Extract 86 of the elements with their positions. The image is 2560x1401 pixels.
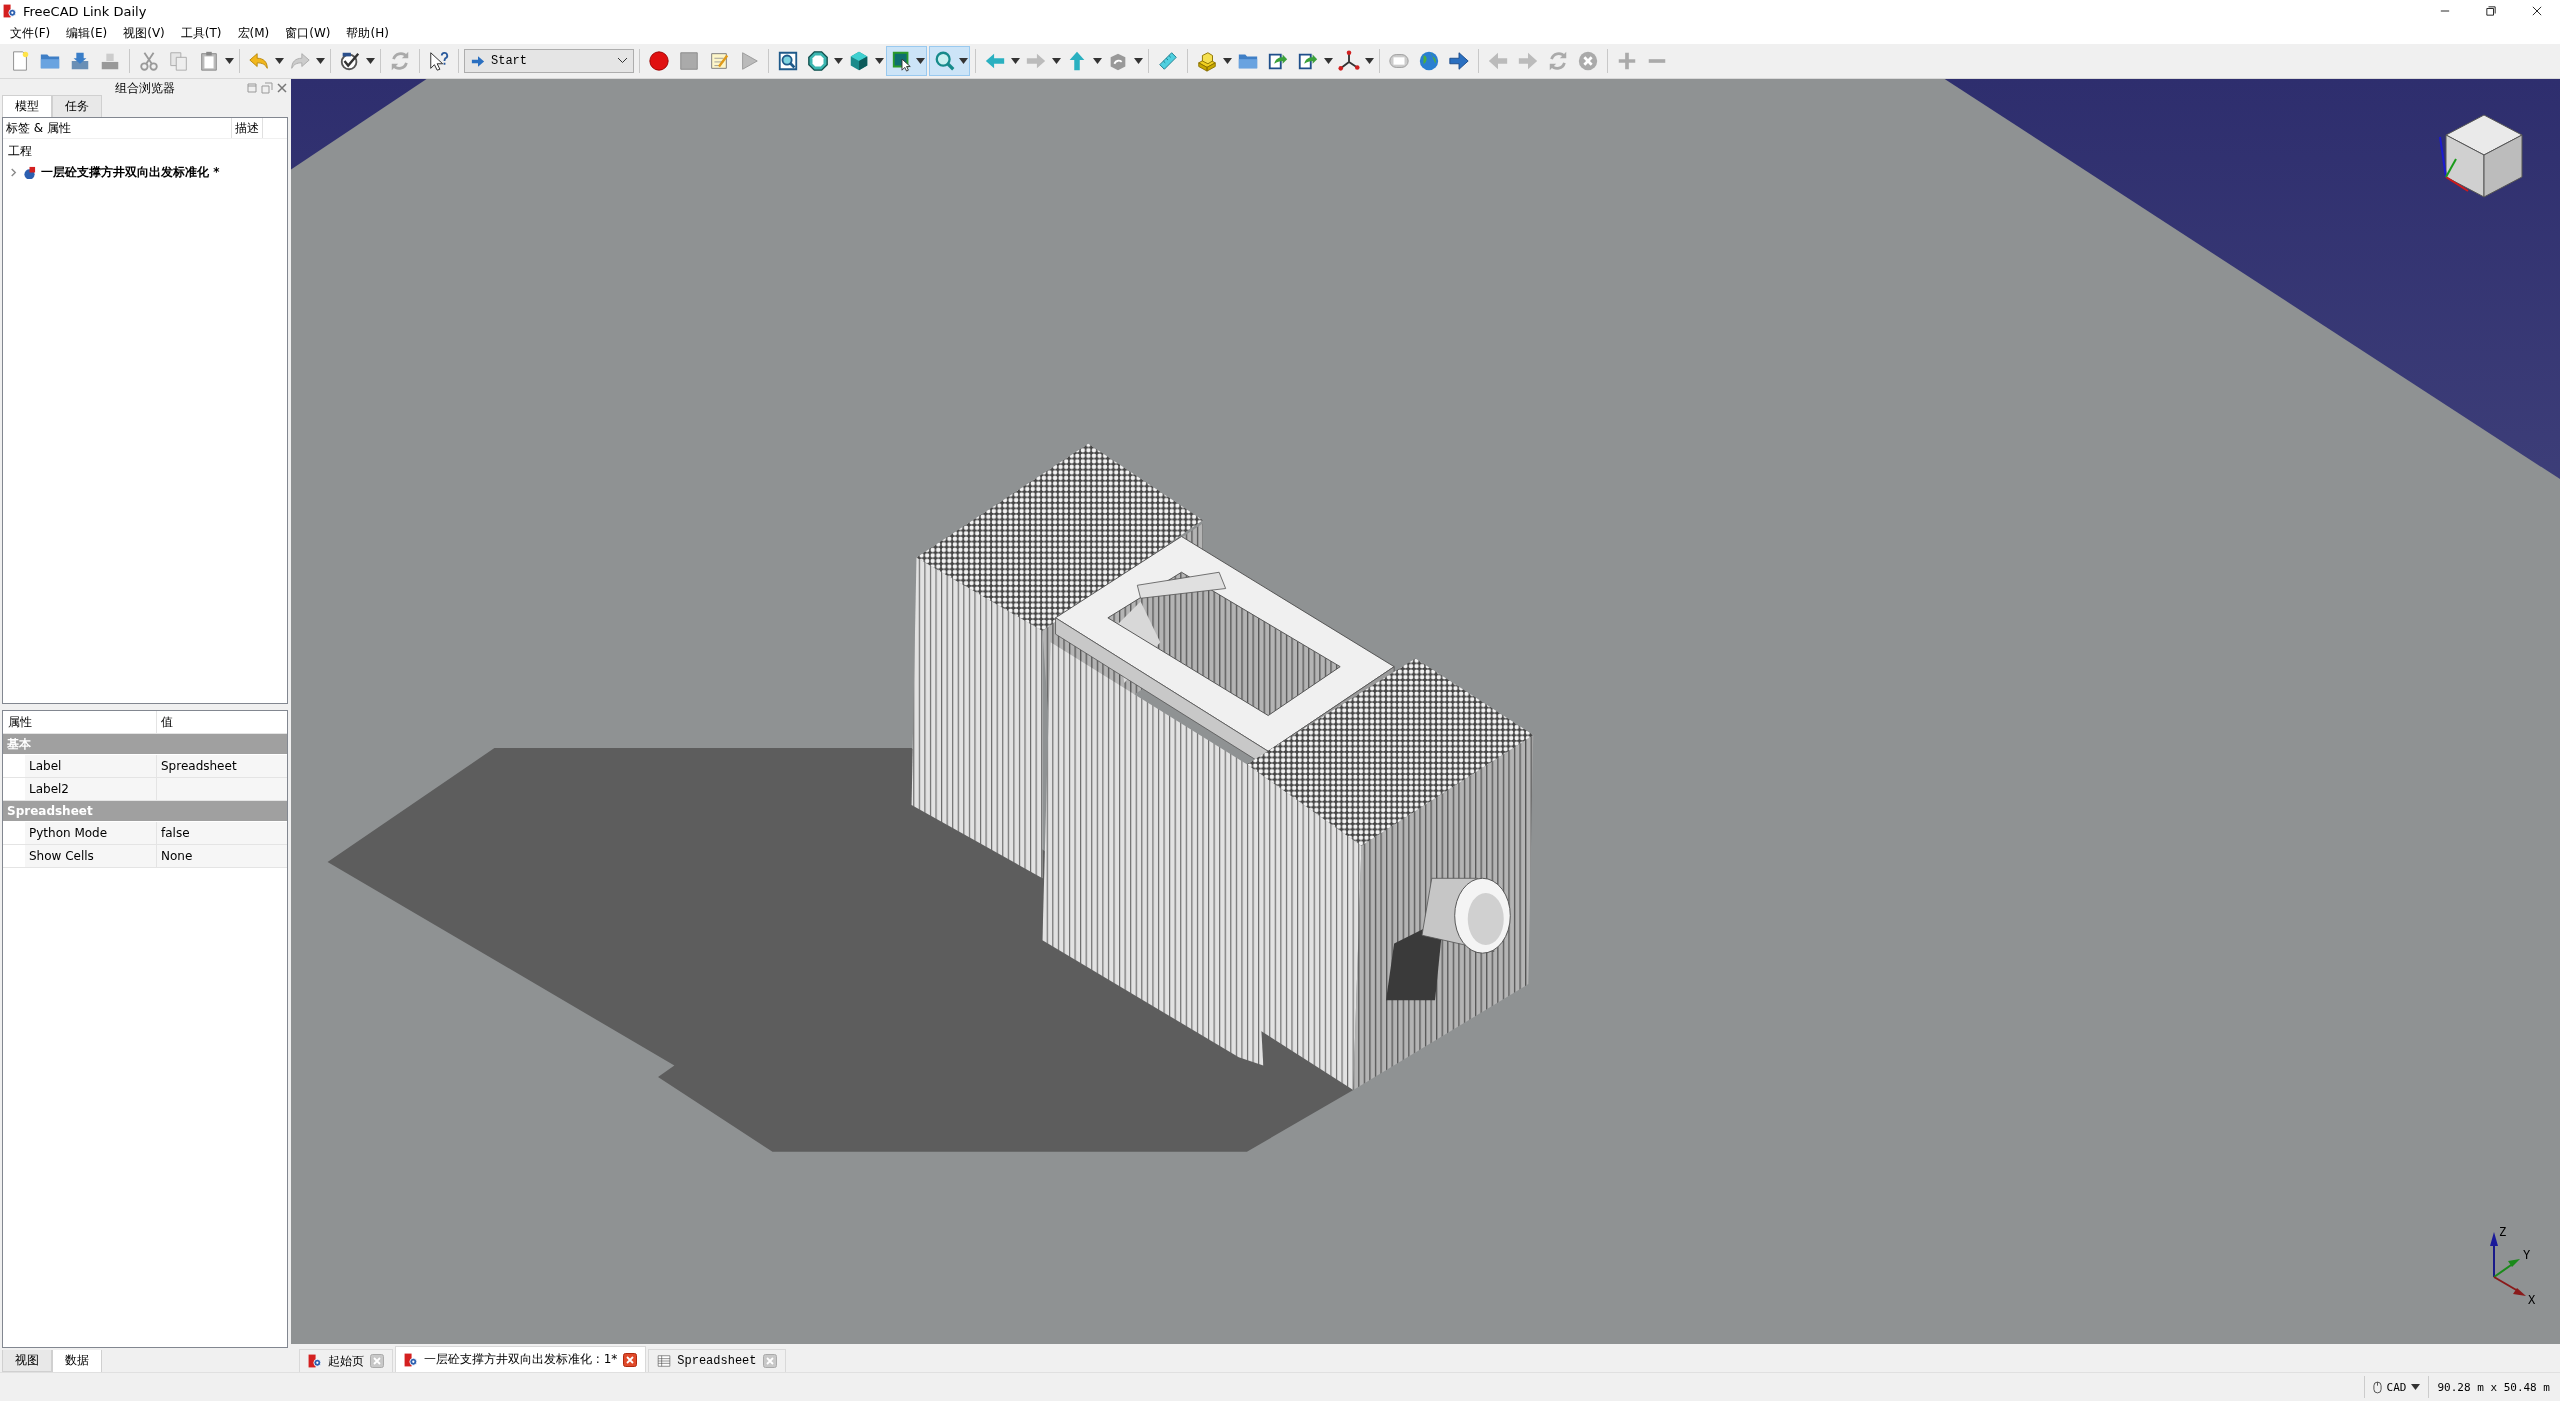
- property-value[interactable]: Spreadsheet: [157, 755, 287, 777]
- menu-item[interactable]: 视图(V): [115, 24, 173, 42]
- property-value[interactable]: false: [157, 822, 287, 844]
- zoom-button[interactable]: [929, 46, 970, 76]
- tab[interactable]: 数据: [52, 1350, 102, 1373]
- tab[interactable]: 模型: [2, 95, 52, 117]
- caret-icon[interactable]: [959, 58, 968, 64]
- zoom-in-icon[interactable]: [1616, 50, 1638, 72]
- caret-icon[interactable]: [875, 58, 884, 64]
- menu-item[interactable]: 窗口(W): [277, 24, 339, 42]
- help-cursor-icon[interactable]: [428, 50, 450, 72]
- cut-icon[interactable]: [138, 50, 160, 72]
- arrow-right-icon[interactable]: [1448, 50, 1470, 72]
- property-name: Label2: [25, 778, 157, 800]
- ruler-icon[interactable]: [1157, 50, 1179, 72]
- part-icon[interactable]: [1196, 50, 1218, 72]
- arrow-right-icon: [471, 55, 485, 67]
- record-icon[interactable]: [648, 50, 670, 72]
- panel-title: 组合浏览器: [115, 79, 175, 97]
- document-tab[interactable]: 起始页: [299, 1349, 393, 1372]
- chevron-right-icon[interactable]: [9, 168, 18, 177]
- axis-label: Z: [2499, 1225, 2507, 1239]
- globe-icon[interactable]: [1418, 50, 1440, 72]
- caret-icon[interactable]: [916, 58, 925, 64]
- tree-item[interactable]: 一层砼支撑方井双向出发标准化 *: [41, 164, 220, 181]
- property-value[interactable]: None: [157, 845, 287, 867]
- caret-icon[interactable]: [366, 58, 375, 64]
- float-icon[interactable]: [261, 82, 273, 94]
- check-icon[interactable]: [339, 50, 361, 72]
- close-icon[interactable]: [623, 1352, 638, 1367]
- axes-icon[interactable]: [1338, 50, 1360, 72]
- caret-icon[interactable]: [2411, 1384, 2421, 1390]
- box-selection-button[interactable]: [886, 46, 927, 76]
- save-icon[interactable]: [69, 50, 91, 72]
- document-tab[interactable]: 一层砼支撑方井双向出发标准化 : 1*: [395, 1346, 647, 1372]
- caret-icon[interactable]: [275, 58, 284, 64]
- axis-label: Y: [2523, 1248, 2531, 1262]
- property-name: Show Cells: [25, 845, 157, 867]
- refresh-icon[interactable]: [389, 50, 411, 72]
- document-icon: [23, 166, 36, 179]
- chevron-down-icon[interactable]: [618, 58, 627, 64]
- fit-all-icon[interactable]: [777, 50, 799, 72]
- stop-icon[interactable]: [1577, 50, 1599, 72]
- paste-icon[interactable]: [198, 50, 220, 72]
- column-header[interactable]: 标签 & 属性: [3, 118, 232, 138]
- app-icon: [308, 1354, 322, 1368]
- tab[interactable]: 视图: [2, 1350, 52, 1372]
- navigation-cube-drawing[interactable]: [2439, 114, 2523, 198]
- box-selection-icon[interactable]: [891, 50, 913, 72]
- axis-label: X: [2528, 1293, 2536, 1307]
- workbench-dropdown[interactable]: Start: [464, 49, 634, 73]
- restore-icon[interactable]: [2486, 6, 2496, 16]
- caret-icon[interactable]: [1324, 58, 1333, 64]
- menu-item[interactable]: 文件(F): [2, 24, 59, 42]
- table-icon: [657, 1354, 672, 1368]
- macro-edit-icon[interactable]: [708, 50, 730, 72]
- caret-icon[interactable]: [225, 58, 234, 64]
- window-title: FreeCAD Link Daily: [23, 3, 147, 19]
- caret-icon[interactable]: [1052, 58, 1061, 64]
- stop-icon[interactable]: [678, 50, 700, 72]
- caret-icon[interactable]: [1223, 58, 1232, 64]
- menu-item[interactable]: 编辑(E): [58, 24, 116, 42]
- caret-icon[interactable]: [1093, 58, 1102, 64]
- mouse-icon: [2372, 1380, 2382, 1394]
- column-header[interactable]: 描述: [232, 118, 263, 138]
- caret-icon[interactable]: [1365, 58, 1374, 64]
- close-icon[interactable]: [2532, 6, 2542, 16]
- caret-icon[interactable]: [1011, 58, 1020, 64]
- caret-icon[interactable]: [316, 58, 325, 64]
- menu-item[interactable]: 帮助(H): [338, 24, 397, 42]
- document-tab[interactable]: Spreadsheet: [648, 1349, 786, 1372]
- app-icon: [3, 4, 17, 18]
- cube-icon[interactable]: [848, 50, 870, 72]
- app-icon: [404, 1352, 418, 1367]
- navigation-style-button[interactable]: CAD: [2363, 1376, 2430, 1398]
- caret-icon[interactable]: [1134, 58, 1143, 64]
- menu-item[interactable]: 工具(T): [172, 24, 230, 42]
- caret-icon[interactable]: [834, 58, 843, 64]
- tab[interactable]: 任务: [52, 95, 102, 117]
- tree-root: 工程: [7, 143, 33, 160]
- view-menu-icon[interactable]: [807, 50, 829, 72]
- property-name: Label: [25, 755, 157, 777]
- dimensions-label: 90.28 m x 50.48 m: [2437, 1380, 2550, 1394]
- refresh-icon[interactable]: [1547, 50, 1569, 72]
- menu-item[interactable]: 宏(M): [229, 24, 278, 42]
- property-name: Python Mode: [25, 822, 157, 844]
